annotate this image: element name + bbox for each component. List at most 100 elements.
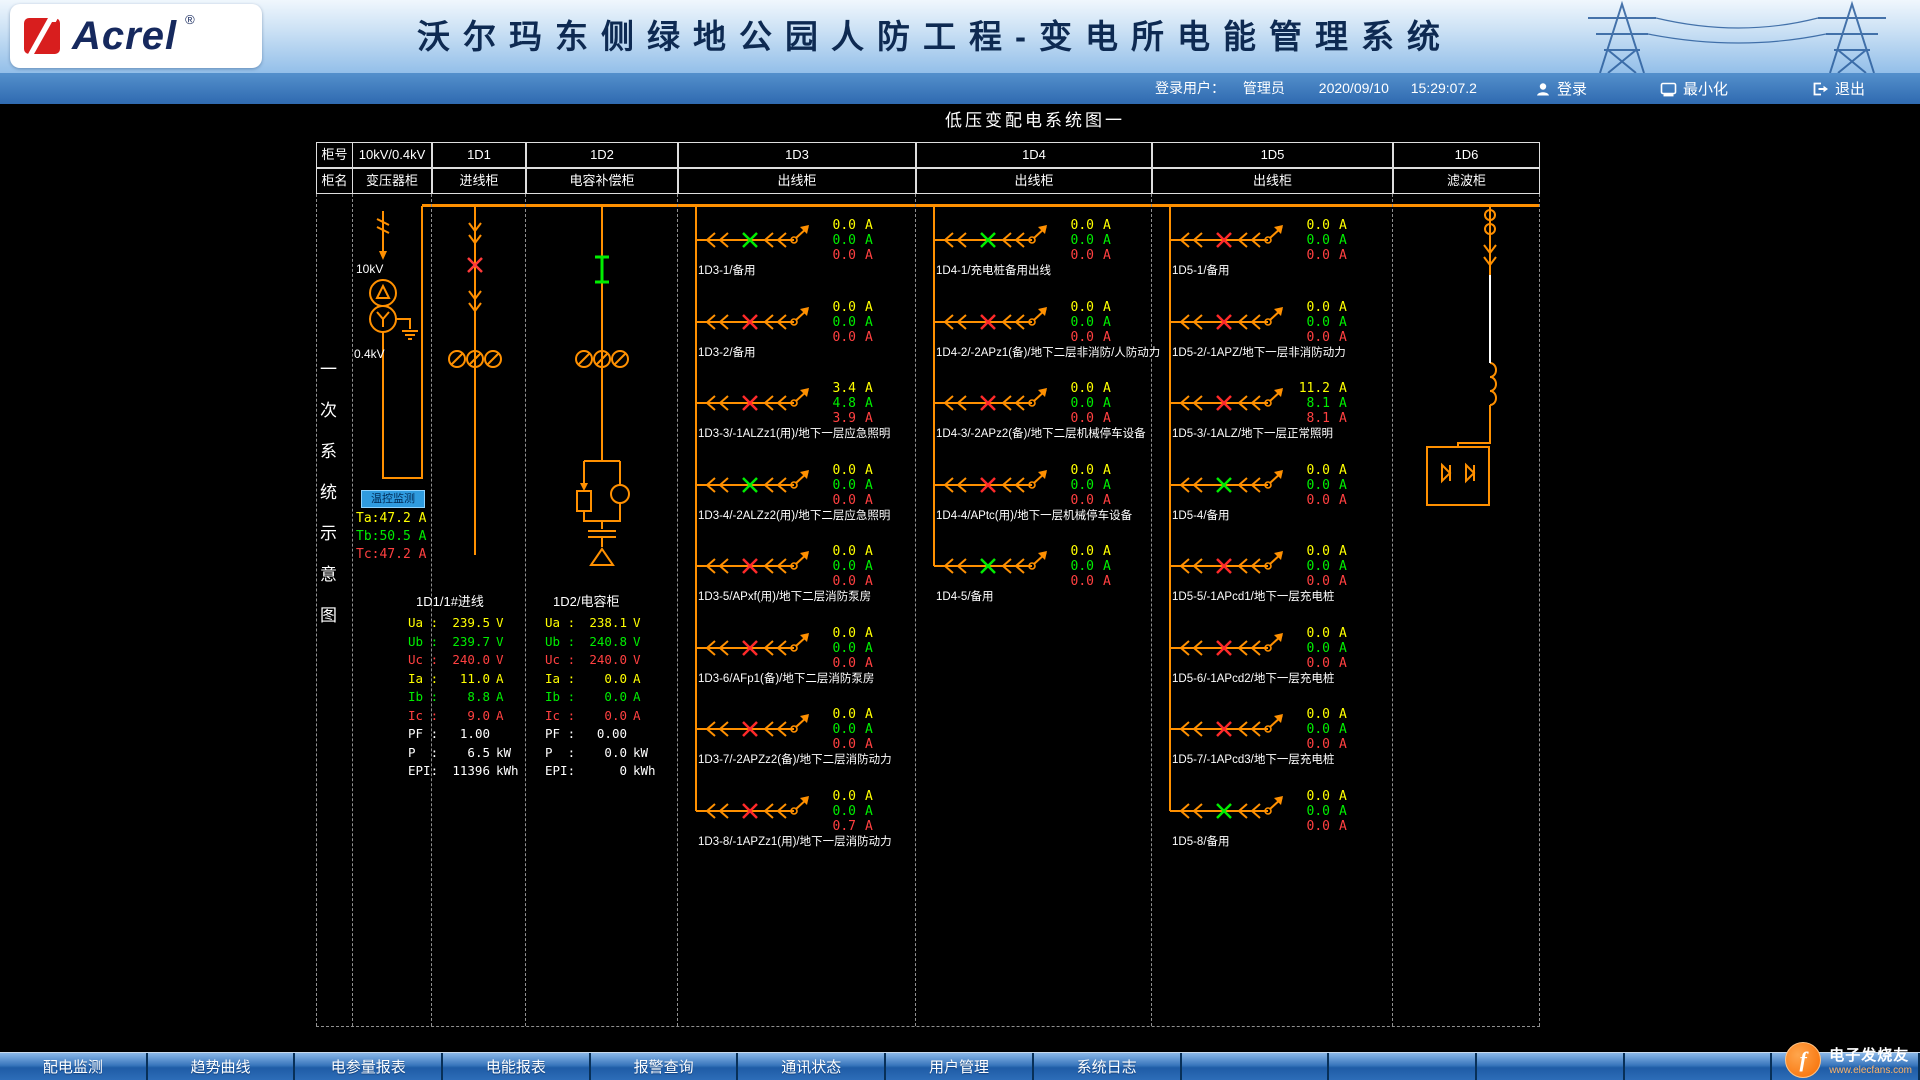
phase-current-unit: A <box>865 218 873 233</box>
exit-button[interactable]: 退出 <box>1812 73 1865 104</box>
feeder-1D5-4[interactable]: 0.0A0.0A0.0A1D5-4/备用 <box>1170 463 1388 541</box>
feeder-breaker-symbol[interactable] <box>1170 544 1288 588</box>
feeder-breaker-symbol[interactable] <box>1170 218 1288 262</box>
nav-trend-curves[interactable]: 趋势曲线 <box>148 1053 296 1080</box>
feeder-1D5-5[interactable]: 0.0A0.0A0.0A1D5-5/-1APcd1/地下一层充电桩 <box>1170 544 1388 622</box>
phase-current-unit: A <box>1339 559 1347 574</box>
meter-label: Uc : <box>545 651 581 670</box>
feeder-1D5-2[interactable]: 0.0A0.0A0.0A1D5-2/-1APZ/地下一层非消防动力 <box>1170 300 1388 378</box>
feeder-breaker-symbol[interactable] <box>934 463 1052 507</box>
feeder-breaker-symbol[interactable] <box>934 544 1052 588</box>
feeder-phase-currents: 0.0A0.0A0.0A <box>1288 544 1368 589</box>
feeder-breaker-symbol[interactable] <box>1170 300 1288 344</box>
capacitor-switch-open[interactable] <box>595 257 609 282</box>
feeder-breaker-symbol[interactable] <box>1170 463 1288 507</box>
cabinet-no-1D2: 1D2 <box>526 142 678 168</box>
feeder-label: 1D3-7/-2APZz2(备)/地下二层消防动力 <box>698 751 892 767</box>
sub-header: 登录用户： 管理员 2020/09/10 15:29:07.2 登录 最小化 退… <box>0 73 1920 104</box>
feeder-breaker-symbol[interactable] <box>696 707 814 751</box>
feeder-breaker-symbol[interactable] <box>1170 626 1288 670</box>
feeder-breaker-symbol[interactable] <box>696 544 814 588</box>
phase-current-value: 0.0 <box>814 300 856 315</box>
feeder-breaker-symbol[interactable] <box>696 463 814 507</box>
feeder-1D4-3[interactable]: 0.0A0.0A0.0A1D4-3/-2APz2(备)/地下二层机械停车设备 <box>934 381 1152 459</box>
phase-current-value: 0.0 <box>814 707 856 722</box>
phase-current-unit: A <box>1103 233 1111 248</box>
feeder-1D3-6[interactable]: 0.0A0.0A0.0A1D3-6/AFp1(备)/地下二层消防泵房 <box>696 626 914 704</box>
phase-current-value: 0.0 <box>814 330 856 345</box>
feeder-breaker-symbol[interactable] <box>1170 381 1288 425</box>
nav-energy-report[interactable]: 电能报表 <box>443 1053 591 1080</box>
feeder-1D3-5[interactable]: 0.0A0.0A0.0A1D3-5/APxf(用)/地下二层消防泵房 <box>696 544 914 622</box>
feeder-breaker-symbol[interactable] <box>934 300 1052 344</box>
feeder-breaker-symbol[interactable] <box>1170 707 1288 751</box>
meter-row: Ic :0.0A <box>545 707 677 726</box>
feeder-1D5-7[interactable]: 0.0A0.0A0.0A1D5-7/-1APcd3/地下一层充电桩 <box>1170 707 1388 785</box>
phase-current-unit: A <box>865 626 873 641</box>
app-title: 沃尔玛东侧绿地公园人防工程-变电所电能管理系统 <box>290 0 1580 73</box>
phase-current-unit: A <box>865 493 873 508</box>
feeder-1D3-3[interactable]: 3.4A4.8A3.9A1D3-3/-1ALZz1(用)/地下一层应急照明 <box>696 381 914 459</box>
feeder-breaker-symbol[interactable] <box>934 218 1052 262</box>
meter-label: Ic : <box>408 707 444 726</box>
phase-current-value: 0.0 <box>1288 819 1330 834</box>
nav-user-mgmt[interactable]: 用户管理 <box>886 1053 1034 1080</box>
phase-current-value: 0.0 <box>814 544 856 559</box>
phase-current-unit: A <box>865 396 873 411</box>
feeder-breaker-symbol[interactable] <box>696 789 814 833</box>
nav-distribution-monitor[interactable]: 配电监测 <box>0 1053 148 1080</box>
phase-current-unit: A <box>1339 381 1347 396</box>
phase-current-unit: A <box>1339 641 1347 656</box>
cabinet-name-1D3: 出线柜 <box>678 168 916 194</box>
meter-row: Uc :240.0V <box>545 651 677 670</box>
feeder-1D3-7[interactable]: 0.0A0.0A0.0A1D3-7/-2APZz2(备)/地下二层消防动力 <box>696 707 914 785</box>
feeder-1D5-6[interactable]: 0.0A0.0A0.0A1D5-6/-1APcd2/地下一层充电桩 <box>1170 626 1388 704</box>
feeder-1D4-4[interactable]: 0.0A0.0A0.0A1D4-4/APtc(用)/地下一层机械停车设备 <box>934 463 1152 541</box>
incoming-feeder-symbol <box>431 203 525 563</box>
phase-current-unit: A <box>1339 707 1347 722</box>
feeder-label: 1D4-5/备用 <box>936 588 994 604</box>
feeder-1D4-2[interactable]: 0.0A0.0A0.0A1D4-2/-2APz1(备)/地下二层非消防/人防动力 <box>934 300 1152 378</box>
feeder-breaker-symbol[interactable] <box>1170 789 1288 833</box>
login-button[interactable]: 登录 <box>1535 73 1587 104</box>
hv-voltage-label: 10kV <box>356 262 383 276</box>
feeder-label: 1D3-6/AFp1(备)/地下二层消防泵房 <box>698 670 874 686</box>
feeder-1D5-1[interactable]: 0.0A0.0A0.0A1D5-1/备用 <box>1170 218 1388 296</box>
column-dashed-separator <box>1392 194 1393 1026</box>
feeder-1D3-4[interactable]: 0.0A0.0A0.0A1D3-4/-2ALZz2(用)/地下二层应急照明 <box>696 463 914 541</box>
feeder-breaker-symbol[interactable] <box>696 218 814 262</box>
column-dashed-separator <box>915 194 916 1026</box>
feeder-breaker-symbol[interactable] <box>696 300 814 344</box>
feeder-1D5-3[interactable]: 11.2A8.1A8.1A1D5-3/-1ALZ/地下一层正常照明 <box>1170 381 1388 459</box>
meter-panel-1: 1D1/1#进线Ua :239.5VUb :239.7VUc :240.0VIa… <box>408 591 540 781</box>
phase-current-value: 0.0 <box>1288 707 1330 722</box>
feeder-phase-currents: 0.0A0.0A0.0A <box>814 463 894 508</box>
meter-row: P :6.5kW <box>408 744 540 763</box>
panel-title: 1D2/电容柜 <box>545 591 677 610</box>
feeder-1D4-1[interactable]: 0.0A0.0A0.0A1D4-1/充电桩备用出线 <box>934 218 1152 296</box>
phase-current-value: 0.0 <box>1288 789 1330 804</box>
nav-comm-status[interactable]: 通讯状态 <box>738 1053 886 1080</box>
feeder-breaker-symbol[interactable] <box>696 381 814 425</box>
nav-system-log[interactable]: 系统日志 <box>1034 1053 1182 1080</box>
transformer-monitor-button[interactable]: 温控监测 <box>361 490 425 508</box>
feeder-1D5-8[interactable]: 0.0A0.0A0.0A1D5-8/备用 <box>1170 789 1388 867</box>
feeder-1D3-2[interactable]: 0.0A0.0A0.0A1D3-2/备用 <box>696 300 914 378</box>
feeder-1D3-1[interactable]: 0.0A0.0A0.0A1D3-1/备用 <box>696 218 914 296</box>
meter-value: 6.5 <box>444 744 490 763</box>
nav-alarm-query[interactable]: 报警查询 <box>591 1053 739 1080</box>
feeder-breaker-symbol[interactable] <box>696 626 814 670</box>
feeder-1D4-5[interactable]: 0.0A0.0A0.0A1D4-5/备用 <box>934 544 1152 622</box>
feeder-1D3-8[interactable]: 0.0A0.0A0.7A1D3-8/-1APZz1(用)/地下一层消防动力 <box>696 789 914 867</box>
phase-current-value: 0.0 <box>1288 574 1330 589</box>
login-user-value: 管理员 <box>1243 80 1285 96</box>
meter-row: PF :0.00 <box>545 725 677 744</box>
feeder-breaker-symbol[interactable] <box>934 381 1052 425</box>
meter-row: Ua :238.1V <box>545 614 677 633</box>
logo-registered-mark: ® <box>185 12 195 27</box>
phase-current-value: 0.0 <box>1052 300 1094 315</box>
meter-label: Ub : <box>408 633 444 652</box>
phase-current-unit: A <box>1339 478 1347 493</box>
nav-param-report[interactable]: 电参量报表 <box>295 1053 443 1080</box>
minimize-button[interactable]: 最小化 <box>1660 73 1728 104</box>
